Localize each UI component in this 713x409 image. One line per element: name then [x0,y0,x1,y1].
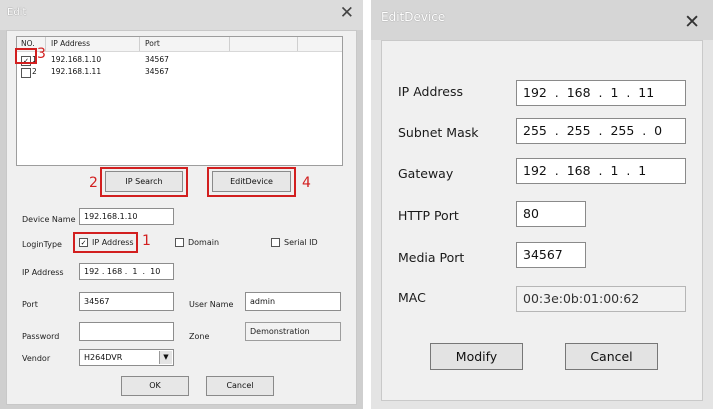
http-port-field[interactable]: 80 [516,201,586,227]
domain-option-label: Domain [188,238,220,247]
edit-dialog: Edit ✕ NO. IP Address Port ✓ 1 192.168.1… [0,0,363,409]
row-checkbox[interactable] [21,68,31,78]
annotation-box-3 [15,48,37,64]
row-port: 34567 [145,67,169,76]
ip-address-field[interactable]: 192 . 168 . 1 . 11 [516,80,686,106]
device-name-label: Device Name [22,215,76,224]
table-row[interactable]: 2 192.168.1.11 34567 [17,67,342,78]
annotation-number-3: 3 [37,46,46,62]
port-field[interactable]: 34567 [79,292,174,311]
serial-id-checkbox[interactable] [271,238,280,247]
media-port-label: Media Port [398,250,465,265]
port-label: Port [22,300,38,309]
ip-address-field[interactable]: 192 . 168 . 1 . 10 [79,263,174,280]
row-port: 34567 [145,55,169,64]
ok-button[interactable]: OK [121,376,189,396]
mac-label: MAC [398,290,426,305]
edit-device-dialog: EditDevice ✕ IP Address 192 . 168 . 1 . … [371,0,713,409]
device-name-field[interactable]: 192.168.1.10 [79,208,174,225]
edit-device-title: EditDevice [381,10,446,24]
cancel-button[interactable]: Cancel [206,376,274,396]
mac-field: 00:3e:0b:01:00:62 [516,286,686,312]
vendor-select[interactable]: H264DVR ▼ [79,349,174,366]
device-list[interactable]: NO. IP Address Port ✓ 1 192.168.1.10 345… [16,36,343,166]
annotation-number-1: 1 [142,233,151,249]
login-type-label: LoginType [22,240,62,249]
annotation-number-4: 4 [302,175,311,191]
subnet-mask-field[interactable]: 255 . 255 . 255 . 0 [516,118,686,144]
ip-address-label: IP Address [398,84,463,99]
http-port-label: HTTP Port [398,208,459,223]
vendor-selected-value: H264DVR [84,353,123,362]
chevron-down-icon[interactable]: ▼ [159,351,172,364]
column-header-port[interactable]: Port [145,39,160,48]
modify-button[interactable]: Modify [430,343,523,370]
close-icon[interactable]: ✕ [684,11,700,33]
row-ip: 192.168.1.11 [51,67,102,76]
annotation-number-2: 2 [89,175,98,191]
gateway-label: Gateway [398,166,454,181]
ip-address-label: IP Address [22,268,64,277]
zone-field: Demonstration [245,322,341,341]
cancel-button[interactable]: Cancel [565,343,658,370]
ip-search-button[interactable]: IP Search [105,171,183,192]
user-name-field[interactable]: admin [245,292,341,311]
domain-checkbox[interactable] [175,238,184,247]
edit-device-titlebar: EditDevice ✕ [371,0,713,40]
edit-dialog-titlebar: Edit ✕ [0,0,363,30]
row-no: 2 [32,67,37,76]
vendor-label: Vendor [22,354,51,363]
gateway-field[interactable]: 192 . 168 . 1 . 1 [516,158,686,184]
password-field[interactable] [79,322,174,341]
row-ip: 192.168.1.10 [51,55,102,64]
close-icon[interactable]: ✕ [340,3,354,23]
ip-address-option-label: IP Address [92,238,134,247]
table-row[interactable]: ✓ 1 192.168.1.10 34567 [17,55,342,66]
column-header-no[interactable]: NO. [21,39,35,48]
user-name-label: User Name [189,300,234,309]
serial-id-option-label: Serial ID [284,238,318,247]
device-list-header: NO. IP Address Port [17,37,342,52]
password-label: Password [22,332,60,341]
zone-label: Zone [189,332,210,341]
edit-device-button[interactable]: EditDevice [212,171,291,192]
subnet-mask-label: Subnet Mask [398,125,479,140]
ip-address-checkbox[interactable]: ✓ [79,238,88,247]
edit-dialog-title: Edit [7,7,27,18]
column-header-ip[interactable]: IP Address [51,39,90,48]
media-port-field[interactable]: 34567 [516,242,586,268]
